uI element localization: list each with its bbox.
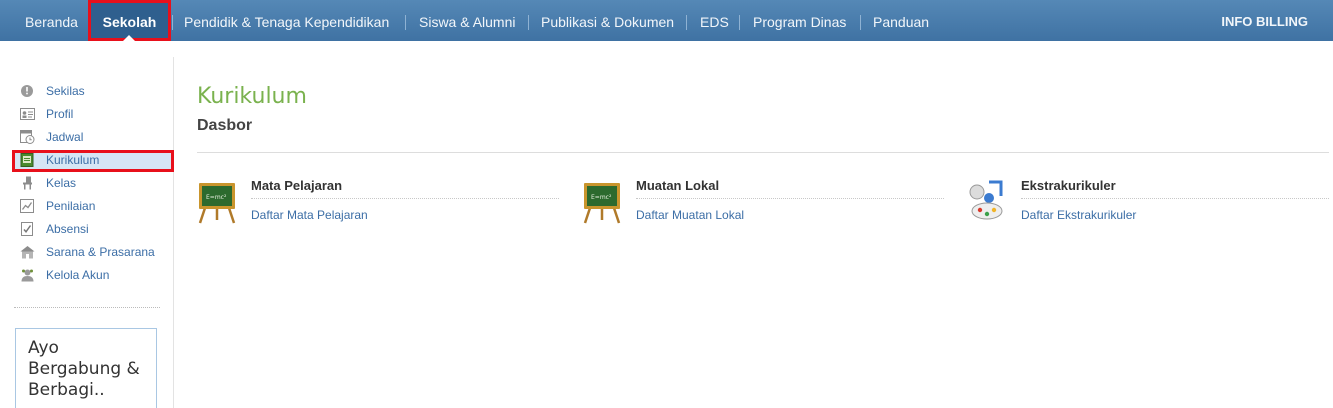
- sidebar-item-label: Penilaian: [46, 199, 96, 213]
- chalkboard-icon: E=mc²: [583, 183, 621, 224]
- sidebar-item-label: Kelola Akun: [46, 268, 110, 282]
- sidebar-item-label: Absensi: [46, 222, 89, 236]
- nav-separator: [860, 15, 861, 30]
- sidebar-item-label: Sekilas: [46, 84, 85, 98]
- top-nav: Beranda Sekolah Pendidik & Tenaga Kepend…: [0, 0, 1333, 41]
- sidebar-divider: [14, 307, 160, 308]
- sidebar-item-label: Kelas: [46, 176, 77, 190]
- nav-separator: [172, 15, 173, 30]
- user-gear-icon: [21, 269, 34, 282]
- sidebar-item-label: Sarana & Prasarana: [46, 245, 155, 259]
- sidebar: Sekilas Profil Jadwal Kurikulum Kelas Pe…: [0, 57, 174, 408]
- page-subtitle: Dasbor: [197, 117, 253, 134]
- card-divider: [251, 198, 559, 199]
- checklist-icon: [21, 222, 33, 236]
- chair-icon: [23, 176, 32, 190]
- book-icon: [20, 153, 34, 167]
- sidebar-item-label: Profil: [46, 107, 74, 121]
- card-divider: [636, 198, 944, 199]
- card-mata-pelajaran: E=mc² Mata Pelajaran Daftar Mata Pelajar…: [197, 176, 559, 236]
- nav-beranda[interactable]: Beranda: [25, 0, 78, 41]
- daftar-ekstrakurikuler-link[interactable]: Daftar Ekstrakurikuler: [1021, 208, 1136, 222]
- building-icon: [20, 246, 35, 259]
- nav-separator: [686, 15, 687, 30]
- card-ekstrakurikuler: Ekstrakurikuler Daftar Ekstrakurikuler: [967, 176, 1329, 236]
- nav-separator: [739, 15, 740, 30]
- svg-text:E=mc²: E=mc²: [591, 194, 612, 201]
- svg-text:E=mc²: E=mc²: [206, 194, 227, 201]
- info-billing-link[interactable]: INFO BILLING: [1221, 0, 1308, 44]
- card-divider: [1021, 198, 1329, 199]
- daftar-mata-pelajaran-link[interactable]: Daftar Mata Pelajaran: [251, 208, 368, 222]
- sidebar-item-label: Jadwal: [46, 130, 84, 144]
- nav-publikasi[interactable]: Publikasi & Dokumen: [541, 0, 674, 41]
- card-muatan-lokal: E=mc² Muatan Lokal Daftar Muatan Lokal: [582, 176, 944, 236]
- calendar-clock-icon: [20, 130, 35, 144]
- daftar-muatan-lokal-link[interactable]: Daftar Muatan Lokal: [636, 208, 744, 222]
- nav-panduan[interactable]: Panduan: [873, 0, 929, 41]
- sidebar-item-label: Kurikulum: [46, 153, 100, 167]
- promo-box[interactable]: Ayo Bergabung & Berbagi..: [15, 328, 157, 408]
- card-title: Ekstrakurikuler: [1021, 178, 1116, 193]
- active-caret-icon: [123, 35, 135, 41]
- nav-eds[interactable]: EDS: [700, 0, 729, 41]
- nav-separator: [528, 15, 529, 30]
- nav-pendidik[interactable]: Pendidik & Tenaga Kependidikan: [184, 0, 389, 41]
- info-icon: [21, 85, 33, 97]
- chart-icon: [20, 199, 34, 213]
- card-title: Muatan Lokal: [636, 178, 720, 193]
- nav-program-dinas[interactable]: Program Dinas: [753, 0, 846, 41]
- id-card-icon: [20, 108, 35, 120]
- activities-icon: [969, 180, 1003, 220]
- nav-siswa-alumni[interactable]: Siswa & Alumni: [419, 0, 515, 41]
- chalkboard-icon: E=mc²: [198, 183, 236, 224]
- card-title: Mata Pelajaran: [251, 178, 343, 193]
- page-title: Kurikulum: [197, 84, 307, 109]
- nav-separator: [405, 15, 406, 30]
- title-divider: [197, 152, 1329, 153]
